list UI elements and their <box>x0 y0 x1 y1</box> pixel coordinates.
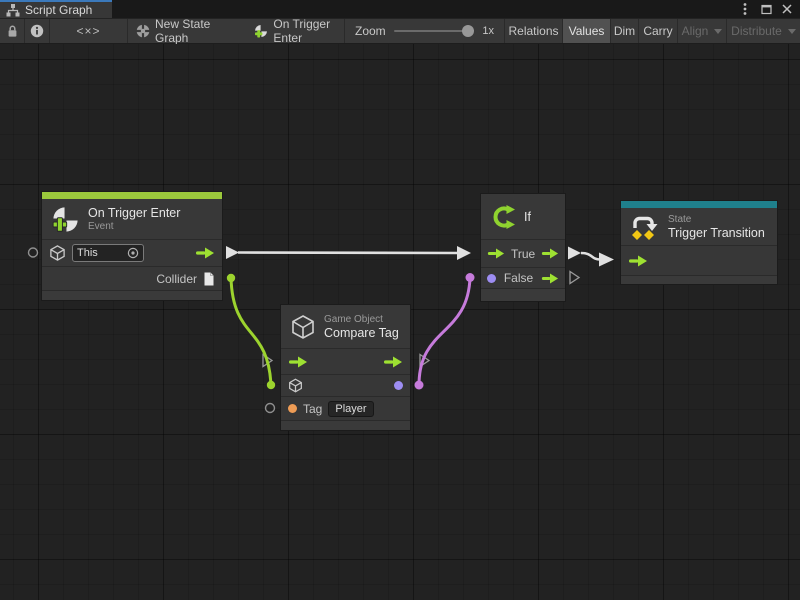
code-icon: <×> <box>76 24 100 38</box>
collider-port-label: Collider <box>156 272 197 286</box>
target-object-field[interactable]: This <box>72 244 144 262</box>
false-flow-out-carat[interactable] <box>570 272 579 284</box>
node-trigger-transition[interactable]: State Trigger Transition <box>621 201 777 284</box>
distribute-dropdown[interactable]: Distribute <box>727 19 800 43</box>
branch-icon <box>490 204 516 230</box>
unconnected-flow-in-carat[interactable] <box>263 355 272 367</box>
info-icon <box>30 24 44 38</box>
lock-button[interactable] <box>0 19 25 43</box>
node-on-trigger-enter[interactable]: On Trigger Enter Event This <box>42 192 222 300</box>
gameobject-cube-icon <box>290 314 316 340</box>
node-compare-tag[interactable]: Game Object Compare Tag <box>281 305 410 430</box>
object-picker-icon[interactable] <box>127 247 139 259</box>
wire-trigger-to-if[interactable] <box>226 246 471 260</box>
node-subtitle: Event <box>88 221 180 232</box>
node-header: If <box>481 194 565 239</box>
flow-output-port[interactable] <box>383 356 403 368</box>
tab-bar: Script Graph <box>0 0 800 18</box>
lock-icon <box>7 25 18 38</box>
node-if[interactable]: If True False <box>481 194 565 301</box>
state-graph-icon <box>136 24 150 38</box>
node-footer <box>42 290 222 300</box>
node-title: Trigger Transition <box>668 226 765 240</box>
node-title: Compare Tag <box>324 326 399 340</box>
close-icon[interactable] <box>780 2 794 16</box>
port-row-flow <box>621 245 777 275</box>
event-icon <box>51 205 80 234</box>
unconnected-target-port[interactable] <box>29 248 38 257</box>
node-title: On Trigger Enter <box>88 206 180 220</box>
zoom-control: Zoom 1x <box>345 19 505 43</box>
state-accent-bar <box>621 201 777 208</box>
node-footer <box>481 288 565 301</box>
true-flow-output-port[interactable] <box>541 248 559 259</box>
zoom-slider-handle[interactable] <box>462 25 474 37</box>
graph-breadcrumb: New State Graph On Trigger Enter <box>128 19 345 43</box>
maximize-icon[interactable] <box>759 2 773 16</box>
false-port-label: False <box>504 271 533 285</box>
unconnected-flow-out-carat[interactable] <box>420 355 429 367</box>
graph-canvas[interactable]: On Trigger Enter Event This <box>0 44 800 600</box>
flow-input-port[interactable] <box>628 255 648 267</box>
toolbar: <×> New State Graph On Trigger Enter <box>0 18 800 44</box>
unconnected-tag-port[interactable] <box>266 404 275 413</box>
script-graph-window: Script Graph <×> <box>0 0 800 600</box>
port-row-false: False <box>481 267 565 288</box>
node-category: Game Object <box>324 314 399 325</box>
tag-value-field[interactable]: Player <box>328 401 373 417</box>
chevron-down-icon <box>788 29 796 34</box>
wire-comparetag-to-if[interactable] <box>415 273 475 390</box>
code-view-button[interactable]: <×> <box>50 19 128 43</box>
zoom-value: 1x <box>482 25 494 37</box>
node-footer <box>621 275 777 284</box>
wire-if-to-transition[interactable] <box>568 247 614 267</box>
condition-input-port[interactable] <box>487 274 496 283</box>
port-row-target: This <box>42 239 222 266</box>
info-button[interactable] <box>25 19 50 43</box>
true-port-label: True <box>511 247 535 261</box>
node-header: On Trigger Enter Event <box>42 199 222 239</box>
dim-button[interactable]: Dim <box>611 19 639 43</box>
breadcrumb-new-state-graph[interactable]: New State Graph <box>136 17 228 45</box>
flow-input-port[interactable] <box>288 356 308 368</box>
node-header: State Trigger Transition <box>621 208 777 245</box>
tab-title: Script Graph <box>25 3 92 17</box>
values-button[interactable]: Values <box>563 19 611 43</box>
carry-button[interactable]: Carry <box>639 19 678 43</box>
port-row-flow <box>281 348 410 374</box>
flow-input-port[interactable] <box>487 248 505 259</box>
gameobject-input-port[interactable] <box>288 378 303 393</box>
port-row-collider: Collider <box>42 266 222 290</box>
transition-icon <box>630 213 660 241</box>
relations-button[interactable]: Relations <box>505 19 563 43</box>
port-row-gameobject <box>281 374 410 396</box>
port-row-true: True <box>481 239 565 267</box>
tab-script-graph[interactable]: Script Graph <box>0 0 112 18</box>
chevron-down-icon <box>714 29 722 34</box>
wire-collider-to-comparetag[interactable] <box>227 274 275 389</box>
document-icon <box>203 272 215 286</box>
string-input-port[interactable] <box>288 404 297 413</box>
tag-port-label: Tag <box>303 402 322 416</box>
event-icon-small <box>254 24 268 38</box>
breadcrumb-on-trigger-enter[interactable]: On Trigger Enter <box>254 17 344 45</box>
event-accent-bar <box>42 192 222 199</box>
port-row-tag: Tag Player <box>281 396 410 420</box>
node-footer <box>281 420 410 430</box>
node-header: Game Object Compare Tag <box>281 305 410 348</box>
kebab-menu-icon[interactable] <box>738 2 752 16</box>
zoom-slider[interactable] <box>394 30 469 32</box>
node-category: State <box>668 214 765 225</box>
flow-output-port[interactable] <box>195 247 215 259</box>
zoom-label: Zoom <box>355 24 386 38</box>
node-title: If <box>524 210 531 224</box>
gameobject-cube-icon <box>49 244 66 262</box>
align-dropdown[interactable]: Align <box>678 19 727 43</box>
graph-hierarchy-icon <box>6 4 20 17</box>
boolean-output-port[interactable] <box>394 381 403 390</box>
false-flow-output-port[interactable] <box>541 273 559 284</box>
window-controls <box>738 0 798 18</box>
